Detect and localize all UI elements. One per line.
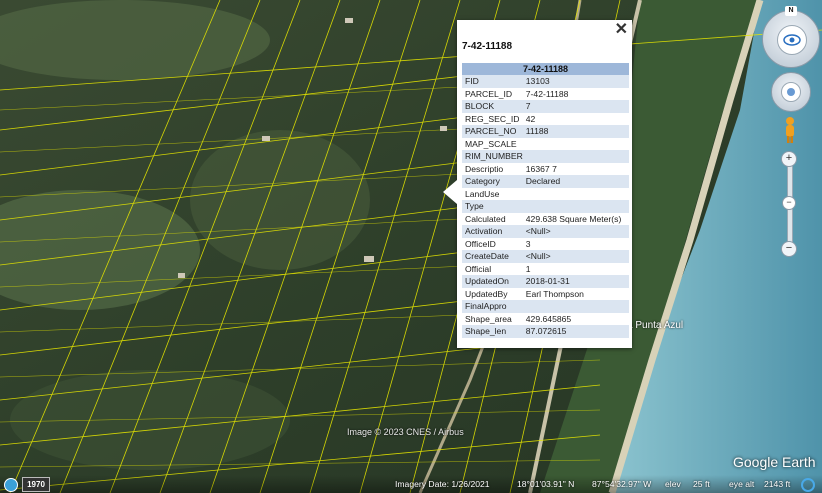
hand-icon[interactable] (781, 82, 801, 102)
eye-alt-value: 2143 ft (764, 479, 791, 489)
zoom-in-button[interactable]: + (781, 151, 797, 167)
attribute-value (523, 188, 629, 201)
attribute-value: 3 (525, 238, 531, 249)
satellite-map-view[interactable]: Image © 2023 CNES / Airbus a Punta Azul … (0, 0, 822, 493)
longitude-readout: 87°54'32.97" W (592, 479, 652, 489)
table-row: Activation <Null> (462, 225, 629, 238)
historical-imagery-icon[interactable] (4, 478, 18, 492)
table-row: Shape_area 429.645865 (462, 313, 629, 326)
attribute-key: FID (462, 75, 523, 88)
table-row: BLOCK 7 (462, 100, 629, 113)
table-row: PARCEL_ID 7-42-11188 (462, 88, 629, 101)
attribute-value: <Null> (522, 250, 629, 263)
attribute-value: 429.645865 (525, 313, 572, 324)
attribute-value: 87.072615 (522, 325, 629, 338)
table-row: UpdatedOn 2018-01-31 (462, 275, 629, 288)
attribute-key: Shape_area (465, 313, 512, 324)
table-row: FinalAppro (462, 300, 629, 313)
table-row: CreateDate <Null> (462, 250, 629, 263)
attribute-key: LandUse (465, 188, 500, 199)
table-row: Type (462, 200, 629, 213)
table-row: Descriptio 16367 7 (462, 163, 629, 176)
move-navigation-control[interactable] (771, 72, 811, 112)
balloon-title: 7-42-11188 (462, 41, 513, 52)
elevation-label: elev (665, 479, 681, 489)
table-row: UpdatedBy Earl Thompson (462, 288, 629, 301)
attribute-key: PARCEL_NO (462, 125, 523, 138)
place-label: a Punta Azul (627, 320, 684, 331)
street-view-pegman-icon[interactable] (783, 116, 797, 144)
table-row: Official 1 (462, 263, 629, 276)
zoom-slider[interactable]: + − − (781, 151, 797, 257)
attribute-key: Type (462, 200, 523, 213)
attribute-value (522, 200, 629, 213)
imagery-date: Imagery Date: 1/26/2021 (395, 479, 490, 489)
attribute-key: REG_SEC_ID (465, 113, 520, 124)
attribute-value: Declared (522, 175, 629, 188)
attribute-key: BLOCK (462, 100, 523, 113)
attribute-value: 2018-01-31 (522, 275, 629, 288)
eye-alt-label: eye alt (729, 479, 755, 489)
attribute-value: <Null> (522, 225, 629, 238)
attribute-key: Activation (462, 225, 523, 238)
eye-icon[interactable] (777, 25, 807, 55)
compass-navigation-control[interactable]: N (762, 6, 820, 68)
table-row: Category Declared (462, 175, 629, 188)
table-row: RIM_NUMBER (462, 150, 629, 163)
attribute-value: 7 (522, 100, 629, 113)
table-row: MAP_SCALE (462, 138, 629, 151)
attribute-value: 7-42-11188 (525, 88, 569, 99)
attribute-key: UpdatedOn (462, 275, 523, 288)
attribute-key: PARCEL_ID (465, 88, 513, 99)
attribute-key: Descriptio (465, 163, 504, 174)
attribute-value: 42 (525, 113, 536, 124)
latitude-readout: 18°01'03.91" N (517, 479, 575, 489)
zoom-knob[interactable]: − (782, 196, 796, 210)
attribute-value: 1 (525, 263, 531, 274)
attribute-table: 7-42-11188 FID 13103 PARCEL_ID 7-42-11188 BL… (462, 63, 629, 338)
attribute-value: 429.638 Square Meter(s) (525, 213, 622, 224)
historical-year-badge[interactable]: 1970 (22, 477, 50, 492)
attribute-value (522, 300, 629, 313)
google-earth-logo: Google Earth (733, 454, 816, 470)
attribute-value (522, 150, 629, 163)
attribute-key: UpdatedBy (465, 288, 508, 299)
attribute-key: Shape_len (462, 325, 523, 338)
balloon-pointer (443, 180, 457, 204)
north-indicator[interactable]: N (785, 6, 797, 16)
attribute-key: OfficeID (465, 238, 496, 249)
attribute-key: RIM_NUMBER (462, 150, 523, 163)
status-bar: Imagery Date: 1/26/2021 18°01'03.91" N 8… (0, 475, 822, 493)
table-row: LandUse (462, 188, 629, 201)
imagery-copyright: Image © 2023 CNES / Airbus (347, 427, 464, 437)
table-row: REG_SEC_ID 42 (462, 113, 629, 126)
table-header: 7-42-11188 (462, 63, 629, 75)
table-row: PARCEL_NO 11188 (462, 125, 629, 138)
attribute-key: Calculated (465, 213, 506, 224)
attribute-value: 11188 (522, 125, 629, 138)
table-row: FID 13103 (462, 75, 629, 88)
streaming-indicator-icon (801, 478, 815, 492)
elevation-value: 25 ft (693, 479, 710, 489)
attribute-key: FinalAppro (462, 300, 523, 313)
attribute-value: 13103 (522, 75, 629, 88)
table-row: Shape_len 87.072615 (462, 325, 629, 338)
satellite-imagery (0, 0, 822, 493)
zoom-out-button[interactable]: − (781, 241, 797, 257)
attribute-key: CreateDate (462, 250, 523, 263)
attribute-key: Category (462, 175, 523, 188)
attribute-value: 16367 7 (525, 163, 557, 174)
close-icon[interactable]: ✕ (615, 21, 628, 39)
attribute-value: Earl Thompson (525, 288, 584, 299)
attribute-key: MAP_SCALE (465, 138, 517, 149)
parcel-info-balloon: ✕ 7-42-11188 7-42-11188 FID 13103 PARCEL_I… (443, 20, 632, 348)
table-row: Calculated 429.638 Square Meter(s) (462, 213, 629, 226)
table-row: OfficeID 3 (462, 238, 629, 251)
attribute-value (523, 138, 629, 151)
attribute-key: Official (465, 263, 492, 274)
